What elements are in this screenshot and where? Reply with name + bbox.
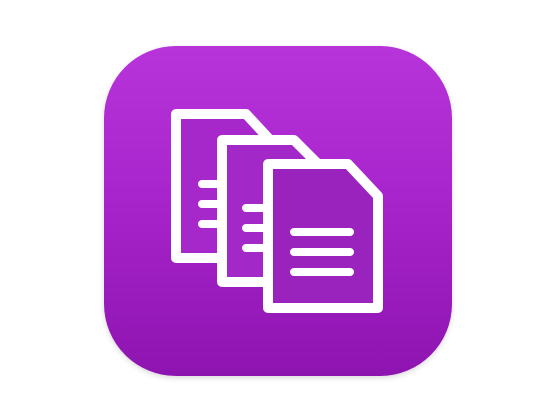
documents-stack-icon (171, 109, 383, 313)
front-document-icon (263, 159, 383, 313)
icon-canvas (0, 0, 560, 420)
app-icon[interactable] (104, 46, 452, 376)
